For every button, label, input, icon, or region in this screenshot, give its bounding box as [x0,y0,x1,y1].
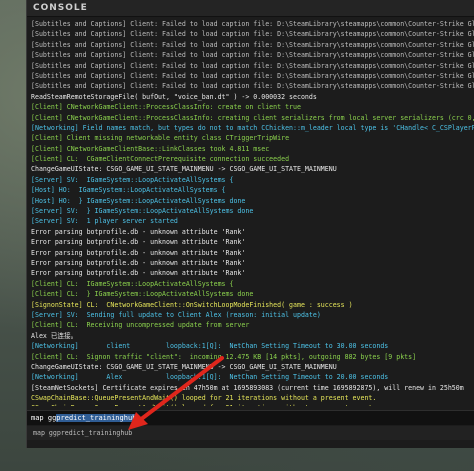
log-line: CSwapChainBase::QueuePresentAndWait() lo… [31,394,377,403]
log-line: [Client] Client missing networkable enti… [31,134,290,143]
log-line: [Subtitles and Captions] Client: Failed … [31,51,474,60]
console-title: CONSOLE [27,0,474,17]
log-line: Error parsing botprofile.db - unknown at… [31,238,246,247]
log-line: [SignonState] CL: CNetworkGameClient::On… [31,300,353,309]
log-line: [Subtitles and Captions] Client: Failed … [31,30,474,39]
log-line: [Networking] Field names match, but type… [31,123,474,132]
log-line: [Subtitles and Captions] Client: Failed … [31,71,474,80]
log-line: [Subtitles and Captions] Client: Failed … [31,20,474,28]
log-line: ChangeGameUIState: CSGO_GAME_UI_STATE_MA… [31,362,337,371]
log-line: [Client] CL: Receiving uncompressed upda… [31,321,250,330]
log-line: [Client] CL: IGameSystem::LoopActivateAl… [31,279,234,288]
input-autocomplete-highlight: predict_traininghub [56,414,137,422]
log-line: [Subtitles and Captions] Client: Failed … [31,40,474,49]
input-prefix: map gg [31,414,57,422]
console-input[interactable]: map ggpredict_traininghub [27,410,474,425]
console-input-text[interactable]: map ggpredict_traininghub [31,411,137,425]
log-line: Error parsing botprofile.db - unknown at… [31,269,246,278]
log-line: [Host] HO: IGameSystem::LoopActivateAllS… [31,186,226,195]
log-line: [Networking] client loopback:1[Q]: NetCh… [31,342,389,351]
log-line: [Subtitles and Captions] Client: Failed … [31,82,474,91]
log-line: Error parsing botprofile.db - unknown at… [31,248,246,257]
log-line: ReadSteamRemoteStorageFile( bufOut, "voi… [31,92,317,101]
log-line: ChangeGameUIState: CSGO_GAME_UI_STATE_MA… [31,165,337,174]
console-log[interactable]: [Subtitles and Captions] Client: Failed … [31,19,474,406]
log-line: [Server] SV: IGameSystem::LoopActivateAl… [31,175,234,184]
log-line: Error parsing botprofile.db - unknown at… [31,227,246,236]
log-line: [Networking] Alex loopback:1[Q]: NetChan… [31,373,389,382]
log-line: [Server] SV: } IGameSystem::LoopActivate… [31,207,254,216]
log-line: [Client] CL: Signon traffic "client": in… [31,352,417,361]
log-line: [Client] CNetworkGameClient::ProcessClas… [31,103,301,112]
log-line: Error parsing botprofile.db - unknown at… [31,258,246,267]
log-line: Alex 已连接。 [31,331,78,340]
log-line: CSwapChainBase::QueuePresentAndWait() lo… [31,403,474,406]
log-line: [Client] CL: } IGameSystem::LoopActivate… [31,290,254,299]
log-line: [SteamNetSockets] Certificate expires in… [31,383,464,392]
log-line: [Server] SV: Sending full update to Clie… [31,310,321,319]
log-line: [Client] CNetworkGameClientBase::LinkCla… [31,144,270,153]
log-line: [Client] CNetworkGameClient::ProcessClas… [31,113,474,122]
log-line: [Subtitles and Captions] Client: Failed … [31,61,474,70]
log-line: [Host] HO: } IGameSystem::LoopActivateAl… [31,196,246,205]
autocomplete-suggestion[interactable]: map ggpredict_traininghub [27,426,474,440]
log-line: [Server] SV: 1 player server started [31,217,178,226]
console-window[interactable]: CONSOLE [Subtitles and Captions] Client:… [26,0,474,448]
log-line: [Client] CL: CGameClientConnectPrerequis… [31,155,290,164]
